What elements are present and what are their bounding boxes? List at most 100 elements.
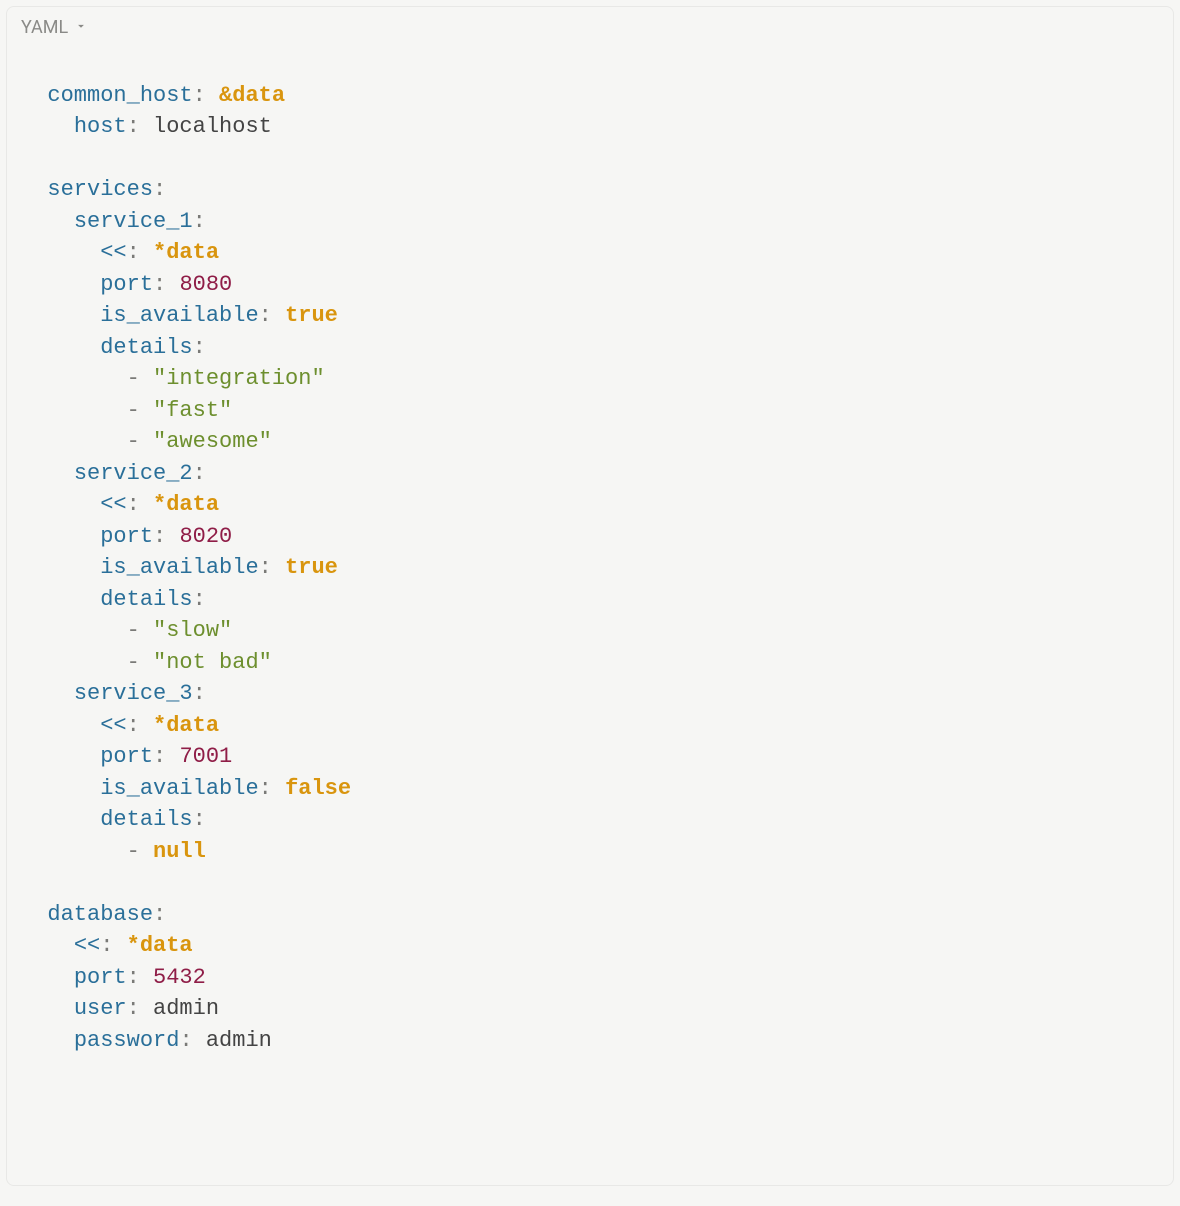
colon: : (153, 744, 166, 769)
line: common_host: &data (21, 83, 285, 108)
line: service_2: (21, 461, 206, 486)
line: port: 7001 (21, 744, 232, 769)
key-common-host: common_host (47, 83, 192, 108)
colon: : (193, 681, 206, 706)
value-password: admin (206, 1028, 272, 1053)
merge-key: << (100, 492, 126, 517)
key-details: details (100, 587, 192, 612)
line: <<: *data (21, 240, 219, 265)
key-host: host (74, 114, 127, 139)
value-false: false (285, 776, 351, 801)
list-item: "awesome" (153, 429, 272, 454)
colon: : (127, 492, 140, 517)
key-password: password (74, 1028, 180, 1053)
key-services: services (47, 177, 153, 202)
colon: : (193, 335, 206, 360)
merge-key: << (100, 240, 126, 265)
key-details: details (100, 807, 192, 832)
value-true: true (285, 303, 338, 328)
value-port: 8020 (179, 524, 232, 549)
line: is_available: true (21, 303, 338, 328)
list-dash: - (127, 366, 140, 391)
line: port: 8020 (21, 524, 232, 549)
colon: : (193, 83, 206, 108)
line: details: (21, 335, 206, 360)
line: - null (21, 839, 206, 864)
key-is-available: is_available (100, 555, 258, 580)
colon: : (127, 965, 140, 990)
list-dash: - (127, 618, 140, 643)
value-host: localhost (153, 114, 272, 139)
line: port: 8080 (21, 272, 232, 297)
line: password: admin (21, 1028, 272, 1053)
line: - "awesome" (21, 429, 272, 454)
language-label: YAML (21, 17, 68, 38)
alias-data: *data (153, 492, 219, 517)
colon: : (127, 114, 140, 139)
key-service-1: service_1 (74, 209, 193, 234)
list-item: "slow" (153, 618, 232, 643)
line: service_3: (21, 681, 206, 706)
line: is_available: false (21, 776, 351, 801)
line: <<: *data (21, 492, 219, 517)
line: user: admin (21, 996, 219, 1021)
key-user: user (74, 996, 127, 1021)
key-database: database (47, 902, 153, 927)
blank-line (21, 146, 34, 171)
key-is-available: is_available (100, 776, 258, 801)
value-user: admin (153, 996, 219, 1021)
line: <<: *data (21, 713, 219, 738)
merge-key: << (74, 933, 100, 958)
line: service_1: (21, 209, 206, 234)
list-dash: - (127, 398, 140, 423)
key-port: port (100, 272, 153, 297)
alias-data: *data (127, 933, 193, 958)
colon: : (127, 713, 140, 738)
line: - "integration" (21, 366, 325, 391)
colon: : (153, 902, 166, 927)
colon: : (153, 177, 166, 202)
list-dash: - (127, 650, 140, 675)
line: details: (21, 807, 206, 832)
key-is-available: is_available (100, 303, 258, 328)
colon: : (179, 1028, 192, 1053)
blank-line (21, 870, 34, 895)
key-service-2: service_2 (74, 461, 193, 486)
line: port: 5432 (21, 965, 206, 990)
line: is_available: true (21, 555, 338, 580)
key-port: port (100, 524, 153, 549)
value-true: true (285, 555, 338, 580)
key-service-3: service_3 (74, 681, 193, 706)
colon: : (259, 303, 272, 328)
list-item: "not bad" (153, 650, 272, 675)
line: - "fast" (21, 398, 232, 423)
list-dash: - (127, 429, 140, 454)
colon: : (193, 587, 206, 612)
line: <<: *data (21, 933, 193, 958)
alias-data: *data (153, 713, 219, 738)
merge-key: << (100, 713, 126, 738)
list-item: "integration" (153, 366, 325, 391)
value-null: null (153, 839, 206, 864)
line: - "slow" (21, 618, 232, 643)
colon: : (259, 555, 272, 580)
key-details: details (100, 335, 192, 360)
colon: : (193, 461, 206, 486)
colon: : (153, 272, 166, 297)
key-port: port (100, 744, 153, 769)
anchor-data: &data (219, 83, 285, 108)
chevron-down-icon (74, 17, 88, 38)
value-port: 8080 (179, 272, 232, 297)
line: details: (21, 587, 206, 612)
line: services: (21, 177, 166, 202)
list-item: "fast" (153, 398, 232, 423)
code-card: YAML common_host: &data host: localhost … (6, 6, 1174, 1186)
colon: : (153, 524, 166, 549)
value-port: 5432 (153, 965, 206, 990)
value-port: 7001 (179, 744, 232, 769)
line: host: localhost (21, 114, 272, 139)
list-dash: - (127, 839, 140, 864)
language-selector[interactable]: YAML (7, 7, 1173, 44)
key-port: port (74, 965, 127, 990)
colon: : (259, 776, 272, 801)
